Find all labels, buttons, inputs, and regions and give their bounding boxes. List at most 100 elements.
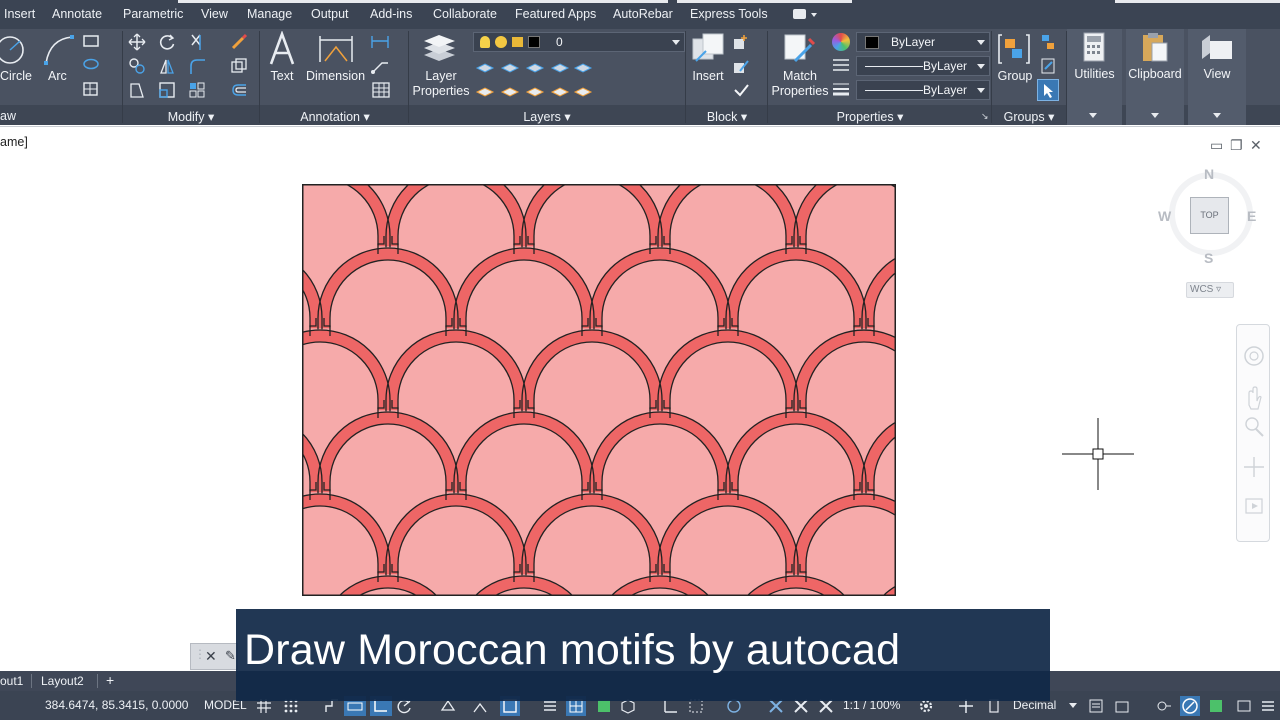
minimize-viewport-icon[interactable]: ▭ — [1210, 137, 1223, 154]
mirror-icon[interactable] — [158, 57, 176, 75]
lineweight-dropdown[interactable]: ByLayer — [856, 80, 990, 100]
match-properties-label-1[interactable]: Match — [778, 69, 822, 83]
draw-panel-title[interactable]: aw — [0, 109, 40, 124]
insert-button[interactable]: Insert — [687, 69, 729, 83]
customization-icon[interactable] — [1260, 698, 1276, 714]
block-attributes-icon[interactable] — [732, 81, 756, 99]
create-block-icon[interactable] — [732, 33, 750, 51]
hatch-icon[interactable] — [82, 81, 100, 97]
circle-button[interactable]: Circle — [0, 69, 32, 83]
linetype-dropdown[interactable]: ByLayer — [856, 56, 990, 76]
group-selection-toggle[interactable] — [1037, 79, 1059, 101]
add-layout-button[interactable]: + — [106, 672, 114, 688]
compass-north[interactable]: N — [1204, 166, 1214, 182]
trim-icon[interactable] — [188, 33, 210, 51]
chevron-down-icon[interactable] — [1069, 703, 1077, 708]
menu-manage[interactable]: Manage — [247, 7, 292, 21]
restore-viewport-icon[interactable]: ❐ — [1230, 137, 1243, 154]
menu-annotate[interactable]: Annotate — [52, 7, 102, 21]
lock-ui-icon[interactable] — [1114, 698, 1130, 714]
viewport-label[interactable]: ame] — [0, 135, 28, 149]
menu-parametric[interactable]: Parametric — [123, 7, 183, 21]
compass-east[interactable]: E — [1247, 208, 1256, 224]
moroccan-pattern-drawing[interactable] — [302, 184, 896, 596]
rectangle-icon[interactable] — [82, 34, 100, 48]
annotation-panel-title[interactable]: Annotation ▾ — [262, 109, 408, 124]
linear-dim-icon[interactable] — [370, 34, 396, 50]
match-properties-icon[interactable] — [781, 31, 817, 67]
wcs-menu[interactable]: WCS ▿ — [1186, 282, 1234, 298]
linetype-icon[interactable] — [831, 57, 851, 73]
utilities-panel[interactable]: Utilities — [1067, 29, 1122, 125]
group-edit-icon[interactable] — [1040, 57, 1056, 75]
ribbon-toggle-arrow-icon[interactable] — [811, 13, 817, 17]
tab-layout2[interactable]: Layout2 — [41, 674, 84, 688]
arc-button[interactable]: Arc — [48, 69, 67, 83]
menu-view[interactable]: View — [201, 7, 228, 21]
coordinates-readout[interactable]: 384.6474, 85.3415, 0.0000 — [45, 698, 188, 712]
groups-panel-title[interactable]: Groups ▾ — [992, 109, 1066, 124]
edit-block-icon[interactable] — [732, 57, 750, 75]
menu-collaborate[interactable]: Collaborate — [433, 7, 497, 21]
text-button[interactable]: Text — [264, 69, 300, 83]
close-command-line-icon[interactable]: ✕ — [205, 648, 217, 665]
block-panel-title[interactable]: Block ▾ — [686, 109, 768, 124]
dialog-launcher-icon[interactable]: ↘ — [981, 111, 989, 122]
compass-west[interactable]: W — [1158, 208, 1171, 224]
move-icon[interactable] — [128, 33, 146, 51]
navigation-bar[interactable] — [1236, 324, 1270, 542]
modify-panel-title[interactable]: Modify ▾ — [124, 109, 258, 124]
copy-icon[interactable] — [128, 57, 146, 75]
array-icon[interactable] — [188, 81, 210, 99]
customize-command-line-icon[interactable]: ✎ — [225, 648, 236, 664]
ribbon-toggle-icon[interactable] — [793, 9, 806, 19]
layer-tools-icons-row2[interactable] — [475, 82, 595, 100]
layer-tools-icons-row1[interactable] — [475, 58, 595, 76]
table-icon[interactable] — [372, 82, 390, 98]
isolate-objects-icon[interactable] — [1156, 698, 1172, 714]
menu-express-tools[interactable]: Express Tools — [690, 7, 768, 21]
layer-properties-icon[interactable] — [421, 31, 459, 67]
arc-icon[interactable] — [42, 33, 76, 67]
menu-featured-apps[interactable]: Featured Apps — [515, 7, 596, 21]
layers-panel-title[interactable]: Layers ▾ — [410, 109, 684, 124]
text-icon[interactable] — [268, 31, 296, 67]
ungroup-icon[interactable] — [1040, 33, 1056, 51]
quick-properties-icon[interactable] — [1088, 698, 1104, 714]
scale-icon[interactable] — [158, 81, 176, 99]
color-dropdown[interactable]: ByLayer — [856, 32, 990, 52]
menu-add-ins[interactable]: Add-ins — [370, 7, 412, 21]
dimension-button[interactable]: Dimension — [306, 69, 365, 83]
stretch-icon[interactable] — [128, 81, 146, 99]
hardware-acceleration-toggle[interactable] — [1180, 696, 1200, 716]
erase-icon[interactable] — [230, 33, 248, 51]
leader-icon[interactable] — [370, 57, 396, 75]
group-icon[interactable] — [996, 31, 1032, 67]
ellipse-icon[interactable] — [82, 57, 100, 71]
menu-autorebar[interactable]: AutoRebar — [613, 7, 673, 21]
insert-block-icon[interactable] — [690, 31, 726, 67]
lineweight-icon[interactable] — [831, 81, 851, 97]
match-properties-label-2[interactable]: Properties — [770, 84, 830, 98]
layer-properties-label-2[interactable]: Properties — [410, 84, 472, 98]
clean-screen-icon[interactable] — [1208, 698, 1224, 714]
fillet-icon[interactable] — [188, 57, 210, 75]
clipboard-panel[interactable]: Clipboard — [1126, 29, 1184, 125]
rotate-icon[interactable] — [158, 33, 176, 51]
color-wheel-icon[interactable] — [832, 33, 850, 51]
fullscreen-icon[interactable] — [1236, 698, 1252, 714]
compass-south[interactable]: S — [1204, 250, 1213, 266]
dimension-icon[interactable] — [317, 31, 355, 67]
menu-output[interactable]: Output — [311, 7, 349, 21]
menu-insert[interactable]: Insert — [4, 7, 35, 21]
offset-icon[interactable] — [230, 81, 248, 99]
layer-dropdown[interactable]: 0 — [473, 32, 685, 52]
properties-panel-title[interactable]: Properties ▾ — [770, 109, 970, 124]
explode-icon[interactable] — [230, 57, 248, 75]
command-line[interactable]: ⋮ ✕ ✎ — [190, 643, 238, 670]
group-button[interactable]: Group — [996, 69, 1034, 83]
tab-layout1[interactable]: out1 — [0, 674, 23, 688]
circle-icon[interactable] — [0, 33, 30, 67]
viewcube-top-face[interactable]: TOP — [1190, 197, 1229, 234]
layer-properties-label-1[interactable]: Layer — [415, 69, 467, 83]
